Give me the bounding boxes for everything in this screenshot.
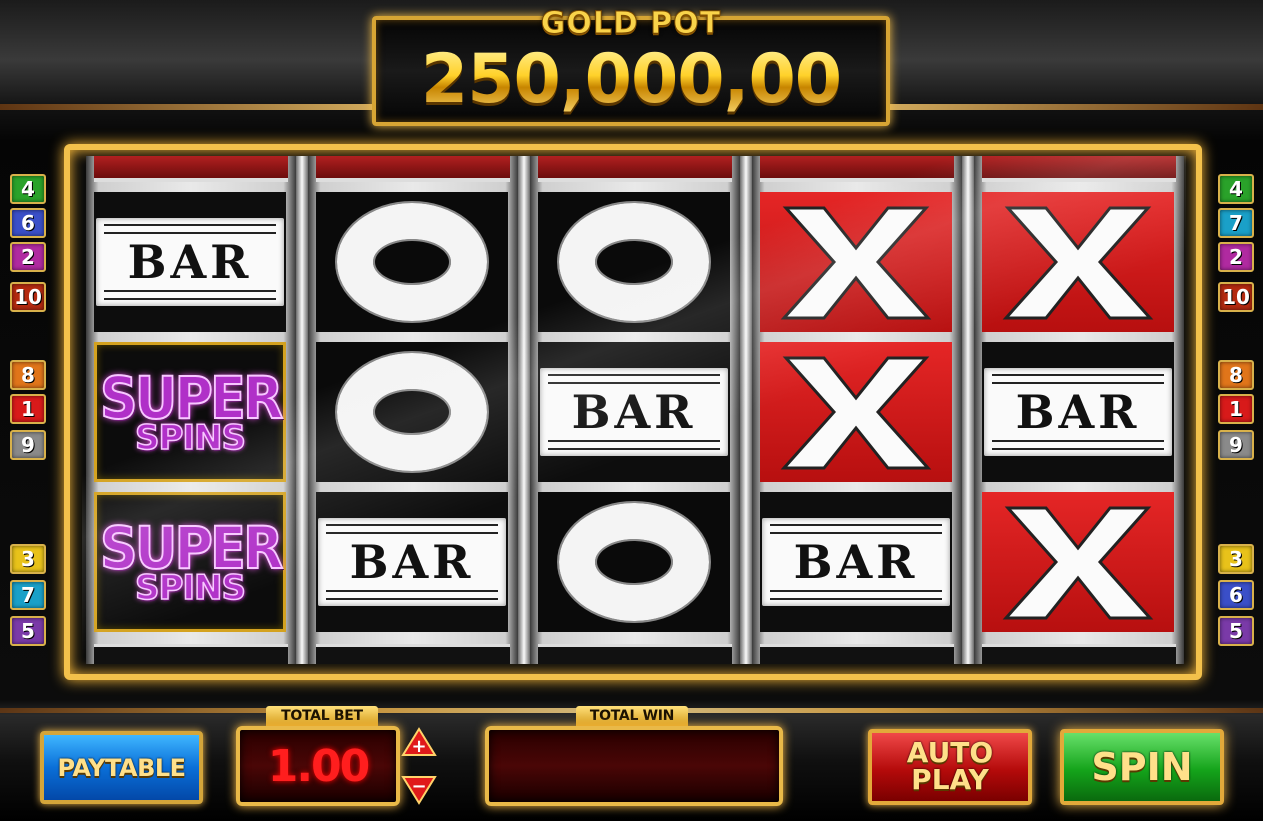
payline-marker-right[interactable]: 6 (1218, 580, 1254, 610)
bar-plate: BAR (96, 218, 284, 306)
o-symbol (538, 192, 730, 332)
reel-peek-bottom (316, 644, 510, 664)
reel-3: BAR (530, 156, 740, 664)
bar-symbol: BAR (982, 342, 1174, 482)
payline-marker-left[interactable]: 7 (10, 580, 46, 610)
reel-peek-bottom (760, 644, 954, 664)
x-cross-icon (780, 356, 932, 470)
reel-4: BAR (752, 156, 962, 664)
super-spins-symbol: SUPER SPINS (94, 342, 286, 482)
payline-marker-right[interactable]: 10 (1218, 282, 1254, 312)
payline-marker-left[interactable]: 10 (10, 282, 46, 312)
total-win-label: TOTAL WIN (576, 706, 688, 726)
reel-peek-top (538, 156, 732, 182)
bar-plate: BAR (984, 368, 1172, 456)
reel-divider (296, 156, 308, 664)
payline-marker-left[interactable]: 4 (10, 174, 46, 204)
payline-marker-left[interactable]: 8 (10, 360, 46, 390)
o-ring-icon (337, 353, 487, 471)
total-bet-label: TOTAL BET (266, 706, 378, 726)
super-spins-symbol: SUPER SPINS (94, 492, 286, 632)
svg-text:+: + (411, 736, 426, 757)
bar-plate: BAR (540, 368, 728, 456)
x-symbol (982, 492, 1174, 632)
bar-symbol-label: BAR (349, 535, 475, 589)
bar-symbol-label: BAR (127, 235, 253, 289)
payline-marker-right[interactable]: 9 (1218, 430, 1254, 460)
bar-plate: BAR (318, 518, 506, 606)
total-bet-value: 1.00 (267, 740, 371, 792)
autoplay-button[interactable]: AUTO PLAY (868, 729, 1032, 805)
total-bet-display: 1.00 (236, 726, 400, 806)
o-ring-icon (559, 503, 709, 621)
bar-symbol-label: BAR (793, 535, 919, 589)
payline-marker-left[interactable]: 1 (10, 394, 46, 424)
payline-marker-left[interactable]: 5 (10, 616, 46, 646)
reel-peek-bottom (94, 644, 288, 664)
payline-marker-right[interactable]: 1 (1218, 394, 1254, 424)
autoplay-label-line2: PLAY (911, 763, 989, 796)
payline-marker-left[interactable]: 3 (10, 544, 46, 574)
reel-divider (740, 156, 752, 664)
payline-marker-left[interactable]: 6 (10, 208, 46, 238)
spin-button[interactable]: SPIN (1060, 729, 1224, 805)
x-cross-icon (1002, 506, 1154, 620)
svg-text:−: − (411, 776, 426, 797)
bar-symbol-label: BAR (1015, 385, 1141, 439)
reel-peek-bottom (538, 644, 732, 664)
minus-arrow-icon: − (401, 776, 437, 805)
payline-marker-right[interactable]: 3 (1218, 544, 1254, 574)
x-symbol (760, 342, 952, 482)
payline-marker-right[interactable]: 2 (1218, 242, 1254, 272)
x-symbol (760, 192, 952, 332)
increase-bet-button[interactable]: + (400, 726, 438, 764)
payline-marker-right[interactable]: 8 (1218, 360, 1254, 390)
o-symbol (316, 342, 508, 482)
paytable-button[interactable]: PAYTABLE (40, 731, 203, 804)
total-win-display (485, 726, 783, 806)
payline-marker-right[interactable]: 5 (1218, 616, 1254, 646)
reel-peek-top (94, 156, 288, 182)
payline-marker-right[interactable]: 7 (1218, 208, 1254, 238)
reel-peek-bottom (982, 644, 1176, 664)
reel-divider (518, 156, 530, 664)
reels-area: BAR SUPER SPINS SUPER SPINS BAR BAR BAR BAR (82, 156, 1186, 664)
reel-2: BAR (308, 156, 518, 664)
bar-symbol: BAR (94, 192, 286, 332)
payline-marker-right[interactable]: 4 (1218, 174, 1254, 204)
reel-peek-top (760, 156, 954, 182)
bar-symbol: BAR (760, 492, 952, 632)
super-spins-line1: SUPER (99, 514, 284, 582)
x-cross-icon (780, 206, 932, 320)
super-spins-line1: SUPER (99, 364, 284, 432)
x-symbol (982, 192, 1174, 332)
payline-marker-left[interactable]: 9 (10, 430, 46, 460)
reel-peek-top (316, 156, 510, 182)
reel-divider (962, 156, 974, 664)
jackpot-value: 250,000,00 (376, 40, 886, 119)
o-ring-icon (559, 203, 709, 321)
plus-arrow-icon: + (401, 727, 437, 757)
gold-pot-jackpot: GOLD POT 250,000,00 (372, 6, 890, 126)
bar-symbol: BAR (538, 342, 730, 482)
o-symbol (538, 492, 730, 632)
jackpot-title: GOLD POT (540, 6, 722, 42)
o-ring-icon (337, 203, 487, 321)
payline-marker-left[interactable]: 2 (10, 242, 46, 272)
reel-1: BAR SUPER SPINS SUPER SPINS (86, 156, 296, 664)
bar-symbol: BAR (316, 492, 508, 632)
reel-peek-top (982, 156, 1176, 182)
bar-symbol-label: BAR (571, 385, 697, 439)
x-cross-icon (1002, 206, 1154, 320)
decrease-bet-button[interactable]: − (400, 768, 438, 806)
o-symbol (316, 192, 508, 332)
reel-5: BAR (974, 156, 1184, 664)
bar-plate: BAR (762, 518, 950, 606)
